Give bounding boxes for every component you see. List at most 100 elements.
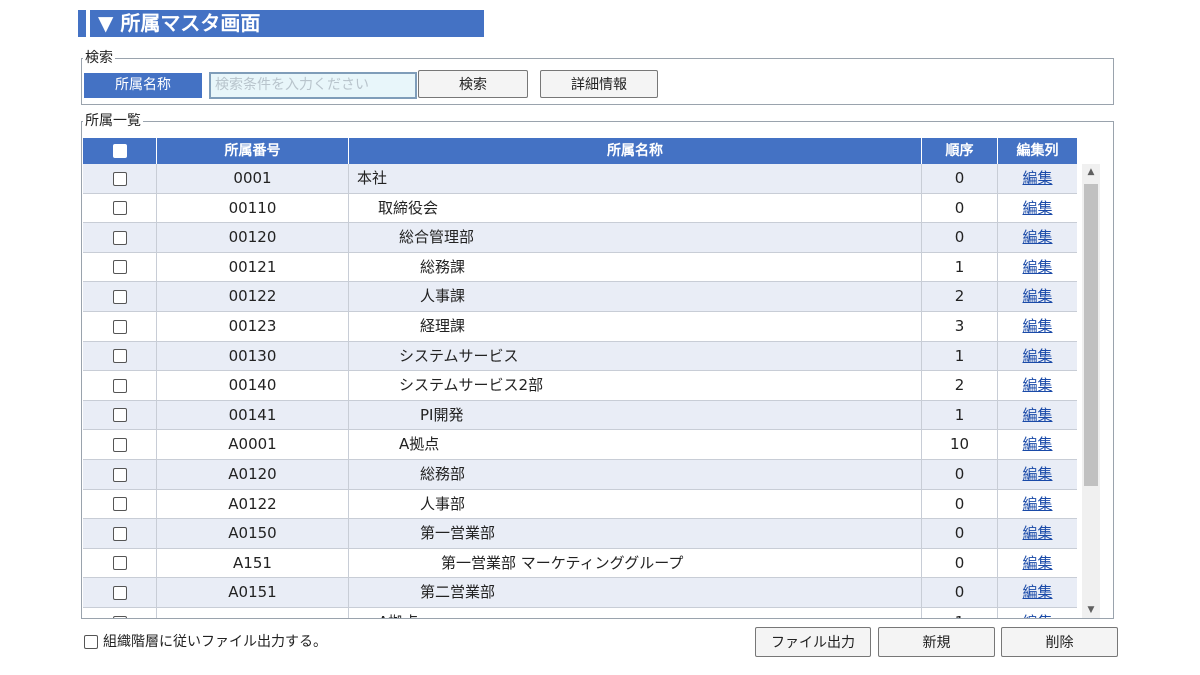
row-select-cell: [83, 193, 157, 223]
edit-link[interactable]: 編集: [1022, 435, 1052, 453]
edit-link[interactable]: 編集: [1022, 524, 1052, 542]
department-code: 00141: [157, 400, 349, 430]
search-label: 所属名称: [84, 73, 202, 98]
row-select-cell: [83, 430, 157, 460]
header-edit: 編集列: [1016, 143, 1059, 159]
row-select-cell: [83, 341, 157, 371]
department-name: 取締役会: [349, 193, 922, 223]
table-row: A0122 人事部 0 編集: [83, 489, 1077, 520]
department-order: 0: [922, 460, 998, 489]
department-name: 総合管理部: [349, 223, 922, 253]
department-name: システムサービス: [349, 341, 922, 371]
department-code: A0151: [157, 578, 349, 608]
department-name: システムサービス2部: [349, 371, 922, 401]
table-row: 00110 取締役会 0 編集: [83, 193, 1077, 224]
row-checkbox[interactable]: [112, 556, 127, 571]
department-order: 0: [922, 223, 998, 253]
hierarchy-output-option[interactable]: 組織階層に従いファイル出力する。: [84, 634, 327, 650]
department-code: 00123: [157, 312, 349, 341]
row-checkbox[interactable]: [112, 585, 127, 600]
edit-cell: 編集: [998, 490, 1077, 519]
row-checkbox[interactable]: [112, 526, 127, 541]
edit-link[interactable]: 編集: [1022, 228, 1052, 246]
edit-link[interactable]: 編集: [1022, 169, 1052, 187]
delete-button[interactable]: 削除: [1001, 627, 1118, 657]
row-checkbox[interactable]: [112, 289, 127, 304]
row-checkbox[interactable]: [112, 497, 127, 512]
edit-link[interactable]: 編集: [1022, 554, 1052, 572]
table-row: A0120 総務部 0 編集: [83, 460, 1077, 490]
select-all-checkbox[interactable]: [112, 144, 127, 158]
department-code: 00130: [157, 341, 349, 371]
table-row: A0151 第二営業部 0 編集: [83, 578, 1077, 608]
edit-link[interactable]: 編集: [1022, 287, 1052, 305]
row-select-cell: [83, 371, 157, 401]
department-code: A0150: [157, 519, 349, 549]
edit-link[interactable]: 編集: [1022, 465, 1052, 483]
table-row: 00120 総合管理部 0 編集: [83, 223, 1077, 253]
department-order: 3: [922, 312, 998, 341]
search-input[interactable]: 検索条件を入力ください: [209, 72, 417, 99]
row-checkbox[interactable]: [112, 467, 127, 482]
row-checkbox[interactable]: [112, 408, 127, 423]
row-select-cell: [83, 548, 157, 578]
table-row: 00130 システムサービス 1 編集: [83, 341, 1077, 372]
department-code: A151: [157, 548, 349, 578]
department-name: 人事部: [349, 489, 922, 519]
department-code: A0122: [157, 489, 349, 519]
edit-cell: 編集: [998, 401, 1077, 430]
hierarchy-output-checkbox[interactable]: [84, 635, 98, 649]
table-row: 00122 人事課 2 編集: [83, 282, 1077, 312]
edit-cell: 編集: [998, 282, 1077, 311]
edit-link[interactable]: 編集: [1022, 258, 1052, 276]
row-checkbox[interactable]: [112, 260, 127, 275]
new-button[interactable]: 新規: [878, 627, 995, 657]
edit-link[interactable]: 編集: [1022, 583, 1052, 601]
department-order: 1: [922, 252, 998, 282]
row-checkbox[interactable]: [112, 230, 127, 245]
department-order: 0: [922, 519, 998, 549]
row-select-cell: [83, 312, 157, 341]
edit-cell: 編集: [998, 578, 1077, 607]
edit-link[interactable]: 編集: [1022, 317, 1052, 335]
edit-link[interactable]: 編集: [1022, 347, 1052, 365]
search-button[interactable]: 検索: [418, 70, 528, 98]
edit-link[interactable]: 編集: [1022, 495, 1052, 513]
department-order: 0: [922, 548, 998, 578]
header-select-all[interactable]: [83, 138, 157, 164]
scroll-thumb[interactable]: [1084, 184, 1098, 486]
table-row: A151 第一営業部 マーケティンググループ 0 編集: [83, 548, 1077, 579]
row-checkbox[interactable]: [112, 349, 127, 364]
department-code: 00121: [157, 252, 349, 282]
row-select-cell: [83, 282, 157, 312]
header-order: 順序: [922, 138, 998, 164]
row-checkbox[interactable]: [112, 615, 127, 618]
edit-cell: 編集: [998, 194, 1077, 223]
row-checkbox[interactable]: [112, 171, 127, 186]
table-scrollbar[interactable]: ▲ ▼: [1082, 164, 1100, 618]
department-name: A拠点: [349, 608, 922, 618]
row-checkbox[interactable]: [112, 201, 127, 216]
edit-cell: 編集: [998, 519, 1077, 548]
edit-link[interactable]: 編集: [1022, 376, 1052, 394]
edit-link[interactable]: 編集: [1022, 613, 1052, 618]
scroll-up-arrow[interactable]: ▲: [1082, 164, 1100, 180]
department-name: 本社: [349, 164, 922, 193]
department-order: 1: [922, 400, 998, 430]
department-name: 経理課: [349, 312, 922, 341]
edit-link[interactable]: 編集: [1022, 406, 1052, 424]
detail-info-button[interactable]: 詳細情報: [540, 70, 658, 98]
table-row: 00141 PI開発 1 編集: [83, 400, 1077, 431]
table-row: A0001 A拠点 10 編集: [83, 430, 1077, 460]
edit-link[interactable]: 編集: [1022, 199, 1052, 217]
row-checkbox[interactable]: [112, 437, 127, 452]
edit-cell: 編集: [998, 164, 1077, 193]
department-name: 第一営業部 マーケティンググループ: [349, 548, 922, 578]
department-order: 0: [922, 193, 998, 223]
header-name: 所属名称: [349, 138, 922, 164]
row-checkbox[interactable]: [112, 378, 127, 393]
scroll-down-arrow[interactable]: ▼: [1082, 602, 1100, 618]
department-code: A0001: [157, 430, 349, 460]
row-checkbox[interactable]: [112, 319, 127, 334]
file-output-button[interactable]: ファイル出力: [755, 627, 871, 657]
